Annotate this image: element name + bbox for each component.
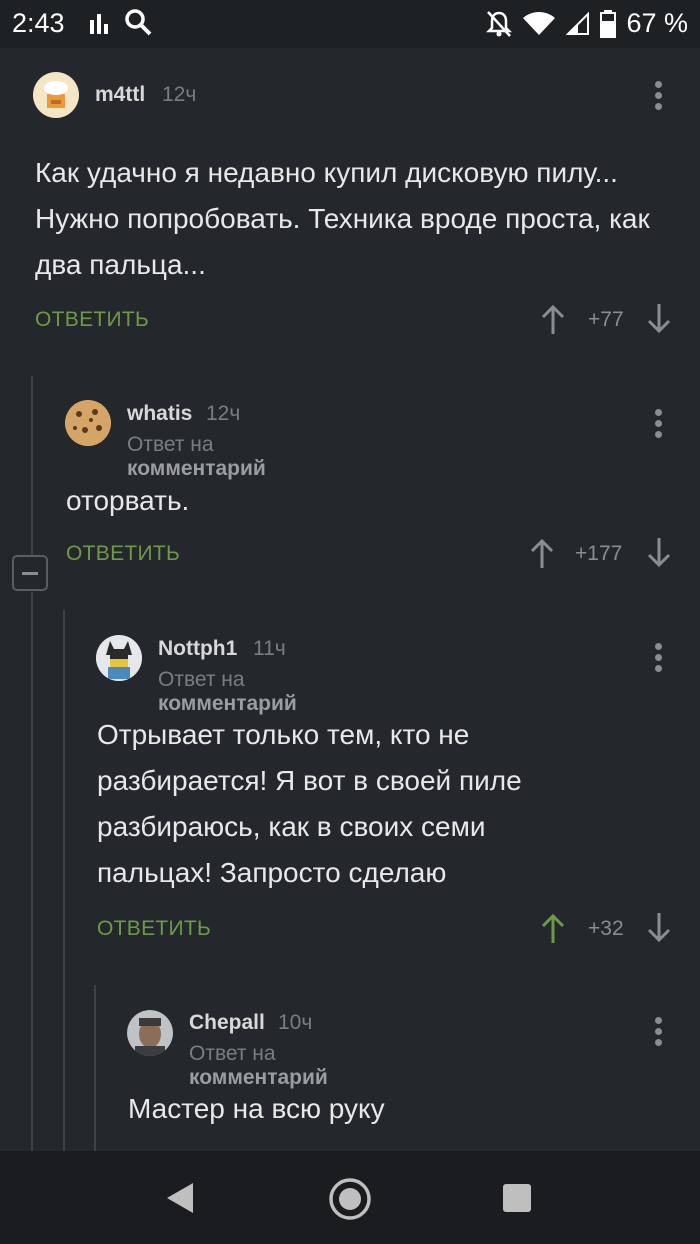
mute-bell-icon bbox=[486, 10, 513, 37]
avatar[interactable] bbox=[127, 1010, 173, 1056]
reply-to-target[interactable]: комментарий bbox=[127, 457, 266, 480]
comment-body: Мастер на всю руку bbox=[128, 1093, 385, 1124]
comment-username[interactable]: whatis bbox=[127, 402, 192, 426]
comment-body: Отрывает только тем, кто не разбирается!… bbox=[97, 719, 522, 888]
system-nav-bar bbox=[0, 1151, 700, 1244]
signal-bars-icon bbox=[90, 14, 108, 34]
comment-time: 12ч bbox=[162, 83, 197, 106]
reply-to-prefix: Ответ на bbox=[189, 1042, 276, 1065]
downvote-arrow-icon[interactable] bbox=[647, 538, 671, 568]
comment-time: 10ч bbox=[278, 1011, 313, 1034]
comment-time: 11ч bbox=[253, 637, 286, 660]
reply-to-prefix: Ответ на bbox=[127, 433, 214, 456]
downvote-arrow-icon[interactable] bbox=[647, 304, 671, 334]
reply-button[interactable]: ОТВЕТИТЬ bbox=[35, 308, 149, 332]
wifi-icon bbox=[523, 11, 556, 35]
reply-button[interactable]: ОТВЕТИТЬ bbox=[66, 542, 180, 566]
avatar[interactable] bbox=[96, 635, 142, 681]
reply-to-link[interactable]: Ответ на комментарий bbox=[158, 668, 297, 716]
reply-to-link[interactable]: Ответ на комментарий bbox=[189, 1042, 328, 1090]
more-vert-icon[interactable] bbox=[655, 1017, 663, 1050]
status-right-icons: 67 % bbox=[486, 8, 688, 39]
reply-to-prefix: Ответ на bbox=[158, 668, 245, 691]
nav-back-icon[interactable] bbox=[165, 1181, 195, 1215]
search-icon bbox=[125, 9, 152, 36]
status-time: 2:43 bbox=[12, 8, 65, 38]
comment-score: +77 bbox=[588, 308, 624, 331]
thread-line-level2 bbox=[63, 610, 65, 1152]
more-vert-icon[interactable] bbox=[655, 643, 663, 676]
thread-line-level1 bbox=[31, 376, 33, 556]
nav-home-icon[interactable] bbox=[328, 1177, 372, 1221]
more-vert-icon[interactable] bbox=[655, 409, 663, 442]
comment-body: оторвать. bbox=[66, 485, 190, 516]
avatar[interactable] bbox=[33, 72, 79, 118]
comment-score: +32 bbox=[588, 917, 624, 940]
comment-username[interactable]: m4ttl bbox=[95, 83, 145, 107]
downvote-arrow-icon[interactable] bbox=[647, 913, 671, 943]
nav-recents-icon[interactable] bbox=[502, 1183, 532, 1213]
battery-icon bbox=[600, 9, 617, 38]
thread-line-level3 bbox=[94, 985, 96, 1152]
comment-time: 12ч bbox=[206, 402, 241, 425]
comment-score: +177 bbox=[575, 542, 623, 565]
collapse-thread-icon[interactable] bbox=[12, 555, 48, 591]
cell-signal-icon bbox=[566, 11, 590, 35]
upvote-arrow-icon[interactable] bbox=[541, 913, 565, 943]
status-left-icons bbox=[90, 8, 152, 36]
thread-line-level1-lower bbox=[31, 592, 33, 1152]
upvote-arrow-icon[interactable] bbox=[530, 538, 554, 568]
reply-button[interactable]: ОТВЕТИТЬ bbox=[97, 917, 211, 941]
avatar[interactable] bbox=[65, 400, 111, 446]
more-vert-icon[interactable] bbox=[655, 81, 663, 114]
comment-username[interactable]: Nottph1 bbox=[158, 637, 237, 661]
upvote-arrow-icon[interactable] bbox=[541, 304, 565, 334]
status-bar: 2:43 67 % bbox=[0, 0, 700, 48]
battery-percent: 67 % bbox=[626, 8, 688, 38]
reply-to-link[interactable]: Ответ на комментарий bbox=[127, 433, 266, 481]
comment-username[interactable]: Chepall bbox=[189, 1011, 265, 1035]
comment-body: Как удачно я недавно купил дисковую пилу… bbox=[35, 157, 650, 280]
